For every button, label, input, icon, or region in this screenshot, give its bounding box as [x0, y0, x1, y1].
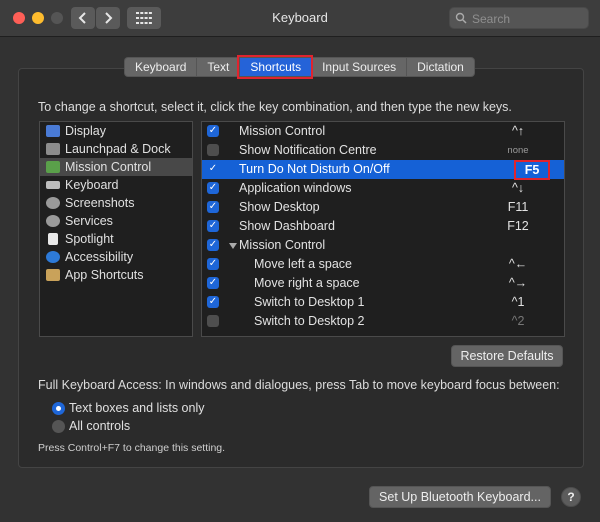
shortcut-row[interactable]: ✓ Show Dashboard F12 [202, 217, 564, 236]
shortcut-row[interactable]: ✓ Application windows ^↓ [202, 179, 564, 198]
shortcut-row[interactable]: ✓ Switch to Desktop 2 ^2 [202, 312, 564, 331]
shortcut-key-highlighted[interactable]: F5 [514, 160, 550, 180]
control-f7-note: Press Control+F7 to change this setting. [38, 442, 226, 454]
keyboard-icon [46, 181, 60, 189]
category-spotlight[interactable]: Spotlight [40, 230, 192, 248]
search-input[interactable] [470, 9, 586, 28]
launchpad-icon [46, 143, 60, 155]
accessibility-icon [46, 251, 60, 263]
shortcut-key[interactable]: F11 [498, 198, 538, 217]
screenshot-icon [46, 197, 60, 209]
checkbox[interactable]: ✓ [207, 182, 219, 194]
radio-text-boxes[interactable] [52, 402, 65, 415]
instruction-text: To change a shortcut, select it, click t… [38, 100, 512, 114]
restore-defaults-button[interactable]: Restore Defaults [451, 345, 563, 367]
category-screenshots[interactable]: Screenshots [40, 194, 192, 212]
radio-label-all-controls: All controls [69, 419, 131, 433]
tab-dictation[interactable]: Dictation [406, 57, 475, 77]
shortcut-row[interactable]: ✓ Show Notification Centre none [202, 141, 564, 160]
checkbox[interactable]: ✓ [207, 125, 219, 137]
checkbox[interactable]: ✓ [207, 258, 219, 270]
search-field[interactable] [449, 7, 589, 29]
disclosure-triangle-icon[interactable] [229, 243, 237, 249]
spotlight-icon [48, 233, 58, 245]
checkbox[interactable]: ✓ [207, 277, 219, 289]
checkbox[interactable]: ✓ [207, 163, 219, 175]
title-bar: Keyboard [0, 0, 600, 37]
tab-shortcuts[interactable]: Shortcuts [237, 55, 314, 79]
gear-icon [46, 215, 60, 227]
search-icon [455, 12, 467, 24]
checkbox[interactable]: ✓ [207, 220, 219, 232]
tab-keyboard[interactable]: Keyboard [124, 57, 197, 77]
shortcut-key[interactable]: F12 [498, 217, 538, 236]
shortcut-group-row[interactable]: ✓ Mission Control [202, 236, 564, 255]
checkbox[interactable]: ✓ [207, 201, 219, 213]
help-button[interactable]: ? [561, 487, 581, 507]
full-keyboard-access-text: Full Keyboard Access: In windows and dia… [38, 378, 560, 392]
shortcut-key[interactable]: ^→ [498, 274, 538, 293]
category-keyboard[interactable]: Keyboard [40, 176, 192, 194]
mission-control-icon [46, 161, 60, 173]
tab-text[interactable]: Text [196, 57, 240, 77]
category-launchpad-dock[interactable]: Launchpad & Dock [40, 140, 192, 158]
tab-input-sources[interactable]: Input Sources [311, 57, 407, 77]
shortcut-key[interactable]: ^↑ [498, 122, 538, 141]
shortcut-list[interactable]: ✓ Mission Control ^↑ ✓ Show Notification… [201, 121, 565, 337]
shortcut-row[interactable]: ✓ Mission Control ^↑ [202, 122, 564, 141]
shortcut-key[interactable]: none [498, 141, 538, 160]
category-mission-control[interactable]: Mission Control [40, 158, 192, 176]
category-app-shortcuts[interactable]: App Shortcuts [40, 266, 192, 284]
shortcut-row[interactable]: ✓ Switch to Desktop 1 ^1 [202, 293, 564, 312]
shortcut-key[interactable]: ^↓ [498, 179, 538, 198]
shortcut-key[interactable]: ^2 [498, 312, 538, 331]
category-services[interactable]: Services [40, 212, 192, 230]
checkbox[interactable]: ✓ [207, 315, 219, 327]
display-icon [46, 125, 60, 137]
category-accessibility[interactable]: Accessibility [40, 248, 192, 266]
app-shortcuts-icon [46, 269, 60, 281]
radio-label-text-boxes: Text boxes and lists only [69, 401, 205, 415]
tab-bar: Keyboard Text Shortcuts Input Sources Di… [124, 55, 475, 79]
shortcut-row-selected[interactable]: ✓ Turn Do Not Disturb On/Off F5 [202, 160, 564, 180]
shortcut-row[interactable]: ✓ Move left a space ^← [202, 255, 564, 274]
category-display[interactable]: Display [40, 122, 192, 140]
checkbox[interactable]: ✓ [207, 239, 219, 251]
category-list[interactable]: Display Launchpad & Dock Mission Control… [39, 121, 193, 337]
keyboard-preferences-window: Keyboard Keyboard Text Shortcuts Input S… [0, 0, 600, 522]
radio-all-controls[interactable] [52, 420, 65, 433]
shortcut-row[interactable]: ✓ Show Desktop F11 [202, 198, 564, 217]
shortcut-key[interactable]: ^1 [498, 293, 538, 312]
checkbox[interactable]: ✓ [207, 296, 219, 308]
setup-bluetooth-keyboard-button[interactable]: Set Up Bluetooth Keyboard... [369, 486, 551, 508]
shortcut-key[interactable]: ^← [498, 255, 538, 274]
checkbox[interactable]: ✓ [207, 144, 219, 156]
shortcut-row[interactable]: ✓ Move right a space ^→ [202, 274, 564, 293]
